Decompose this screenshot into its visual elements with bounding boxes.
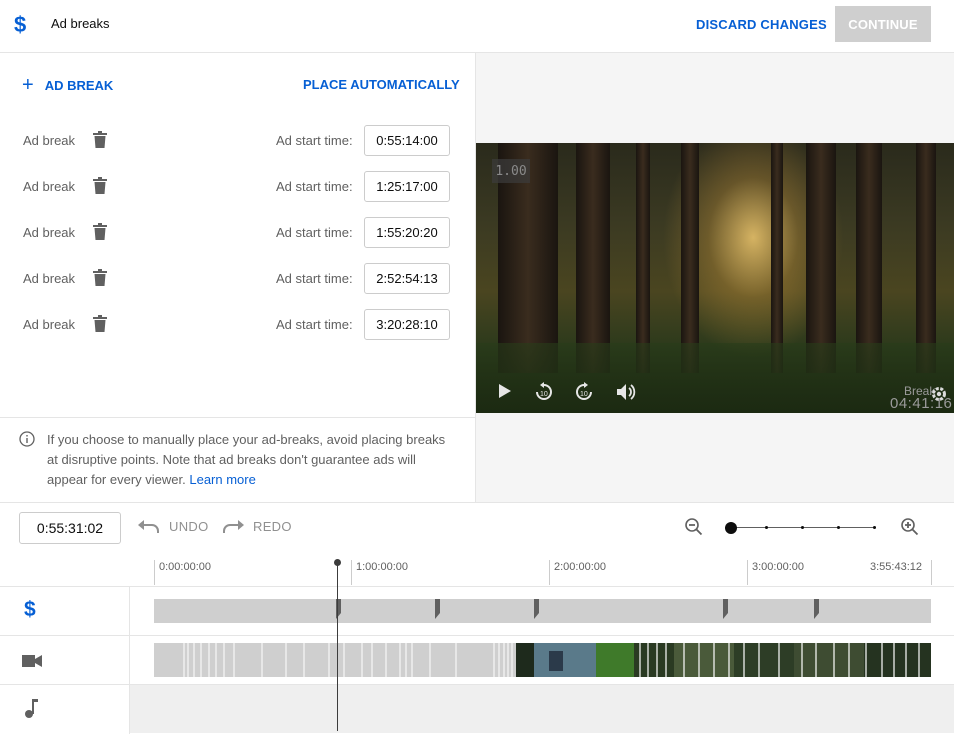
add-ad-break-button[interactable]: + AD BREAK: [22, 75, 113, 95]
ad-break-marker[interactable]: [534, 599, 539, 619]
page-title: Ad breaks: [51, 16, 110, 31]
video-camera-icon: [22, 655, 42, 667]
ruler-label: 1:00:00:00: [356, 561, 408, 573]
discard-changes-button[interactable]: DISCARD CHANGES: [696, 17, 827, 32]
trash-icon[interactable]: [93, 269, 107, 286]
ad-start-time-label: Ad start time:: [276, 317, 353, 332]
ruler-label: 3:00:00:00: [752, 561, 804, 573]
replay-10-icon[interactable]: 10: [534, 382, 554, 402]
zoom-in-icon[interactable]: [900, 517, 920, 537]
forward-10-icon[interactable]: 10: [574, 382, 594, 402]
place-automatically-button[interactable]: PLACE AUTOMATICALLY: [303, 77, 460, 92]
ad-start-time-label: Ad start time:: [276, 133, 353, 148]
ruler-tick: [549, 560, 550, 585]
playhead[interactable]: [337, 563, 338, 731]
video-thumbnail-strip: [183, 643, 931, 677]
learn-more-link[interactable]: Learn more: [189, 472, 255, 487]
audio-track[interactable]: [130, 685, 954, 733]
zoom-out-icon[interactable]: [684, 517, 704, 537]
trash-icon[interactable]: [93, 177, 107, 194]
ruler-label: 3:55:43:12: [870, 561, 922, 573]
trash-icon[interactable]: [93, 223, 107, 240]
ad-start-time-input[interactable]: [364, 171, 450, 202]
ruler-label: 2:00:00:00: [554, 561, 606, 573]
ad-break-label: Ad break: [23, 225, 76, 240]
video-frame-detail: [636, 143, 650, 373]
divider: [0, 502, 954, 503]
ruler-tick: [747, 560, 748, 585]
redo-icon: [223, 519, 244, 533]
ad-start-time-label: Ad start time:: [276, 271, 353, 286]
video-frame-detail: [576, 143, 610, 373]
ad-break-row: Ad break Ad start time:: [0, 171, 476, 203]
undo-label: UNDO: [169, 519, 209, 534]
redo-button[interactable]: REDO: [222, 519, 292, 534]
info-message: If you choose to manually place your ad-…: [47, 430, 457, 490]
ad-break-label: Ad break: [23, 179, 76, 194]
zoom-step-dot: [765, 526, 768, 529]
svg-text:10: 10: [580, 391, 588, 398]
dollar-icon: $: [24, 598, 36, 621]
ad-start-time-input[interactable]: [364, 217, 450, 248]
undo-icon: [138, 519, 159, 533]
ads-track[interactable]: [154, 599, 931, 623]
play-icon[interactable]: [498, 383, 512, 399]
gear-icon[interactable]: [930, 385, 948, 403]
ruler-tick: [154, 560, 155, 585]
ad-start-time-input[interactable]: [364, 263, 450, 294]
video-frame-detail: [771, 143, 783, 373]
audio-track-header: [0, 685, 130, 734]
ad-break-marker[interactable]: [435, 599, 440, 619]
ad-break-marker[interactable]: [814, 599, 819, 619]
playhead-handle[interactable]: [334, 559, 341, 566]
ad-break-label: Ad break: [23, 133, 76, 148]
video-track[interactable]: [154, 643, 931, 677]
zoom-slider-handle[interactable]: [725, 522, 737, 534]
ad-start-time-label: Ad start time:: [276, 179, 353, 194]
ruler-tick: [931, 560, 932, 585]
plus-icon: +: [22, 74, 34, 96]
ad-break-marker[interactable]: [723, 599, 728, 619]
header-bar: $ Ad breaks DISCARD CHANGES CONTINUE: [0, 0, 954, 53]
undo-button[interactable]: UNDO: [138, 519, 208, 534]
ads-track-header: $: [0, 587, 130, 636]
video-frame-detail: [681, 143, 699, 373]
trash-icon[interactable]: [93, 131, 107, 148]
volume-icon[interactable]: [616, 383, 636, 401]
ad-break-label: Ad break: [23, 271, 76, 286]
ad-break-row: Ad break Ad start time:: [0, 309, 476, 341]
redo-label: REDO: [253, 519, 292, 534]
video-frame-detail: [476, 343, 954, 413]
current-time-field[interactable]: 0:55:31:02: [19, 512, 121, 544]
info-icon: [19, 431, 35, 447]
zoom-step-dot: [837, 526, 840, 529]
ad-break-label: Ad break: [23, 317, 76, 332]
video-frame-detail: [916, 143, 936, 373]
music-note-icon: [25, 699, 38, 718]
ad-break-row: Ad break Ad start time:: [0, 125, 476, 157]
ad-start-time-input[interactable]: [364, 309, 450, 340]
ad-break-row: Ad break Ad start time:: [0, 217, 476, 249]
ad-start-time-label: Ad start time:: [276, 225, 353, 240]
continue-button[interactable]: CONTINUE: [835, 6, 931, 42]
video-frame-detail: [806, 143, 836, 373]
video-track-header: [0, 636, 130, 685]
zoom-step-dot: [873, 526, 876, 529]
ad-break-row: Ad break Ad start time:: [0, 263, 476, 295]
video-frame-detail: [856, 143, 882, 373]
divider: [0, 417, 476, 418]
ruler-label: 0:00:00:00: [159, 561, 211, 573]
trash-icon[interactable]: [93, 315, 107, 332]
dollar-icon: $: [14, 12, 27, 37]
playback-speed-badge: 1.00: [492, 159, 530, 183]
ad-start-time-input[interactable]: [364, 125, 450, 156]
svg-text:10: 10: [540, 391, 548, 398]
video-preview[interactable]: 1.00 10 10 Break 04:41:16: [476, 143, 954, 413]
add-ad-break-label: AD BREAK: [44, 77, 114, 93]
ruler-tick: [351, 560, 352, 585]
zoom-step-dot: [801, 526, 804, 529]
